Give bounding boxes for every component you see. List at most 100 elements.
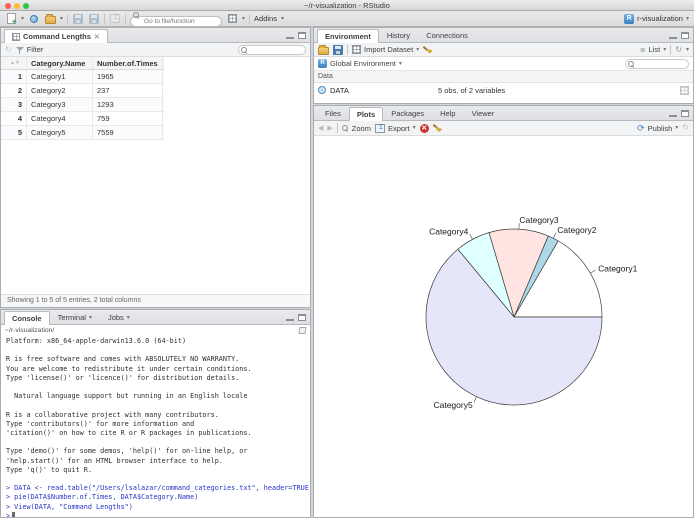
expand-object-icon[interactable]: ◦ [318, 86, 326, 94]
print-button[interactable] [109, 13, 121, 25]
pie-slice-label: Category3 [519, 215, 558, 225]
minimize-pane-icon[interactable] [669, 110, 677, 117]
maximize-pane-icon[interactable] [681, 32, 689, 39]
filter-icon [15, 46, 24, 54]
close-tab-icon[interactable]: ✕ [94, 33, 100, 41]
plot-area: Category1 Category2 Category3 Category4 Cate… [314, 136, 693, 517]
scope-dropdown-icon[interactable]: ▾ [399, 61, 402, 67]
zoom-window-button[interactable] [23, 2, 29, 9]
toolbar-separator [67, 13, 69, 24]
list-view-button[interactable]: ≣ List ▾ [640, 45, 667, 54]
export-plot-button[interactable]: Export ▾ [374, 123, 416, 133]
save-button[interactable] [72, 13, 84, 25]
refresh-dropdown-icon[interactable]: ▾ [686, 47, 689, 53]
search-icon [241, 47, 248, 54]
minimize-pane-icon[interactable] [286, 314, 294, 321]
refresh-plot-icon[interactable]: ↻ [682, 124, 689, 132]
table-cell: Category4 [27, 112, 93, 125]
remove-plot-icon[interactable]: ✕ [419, 123, 429, 133]
table-row[interactable]: 2 Category2 237 [1, 84, 164, 98]
minimize-pane-icon[interactable] [286, 32, 294, 39]
next-plot-icon[interactable]: ▶ [327, 124, 332, 132]
save-all-icon [89, 13, 100, 24]
viewer-tabstrip: Command Lengths ✕ [1, 28, 310, 43]
addins-button[interactable]: Addins [254, 14, 277, 23]
publish-button[interactable]: ⟳ Publish ▾ [637, 123, 678, 133]
tab-environment[interactable]: Environment [317, 29, 379, 43]
goto-file-input[interactable] [130, 15, 223, 27]
table-row[interactable]: 5 Category5 7559 [1, 126, 164, 140]
environment-pane: Environment History Connections Import D… [313, 27, 694, 104]
workspace-panes-button[interactable] [226, 13, 238, 25]
table-row[interactable]: 3 Category3 1293 [1, 98, 164, 112]
viewer-search-box[interactable] [238, 44, 306, 55]
addins-dropdown-icon[interactable]: ▾ [281, 16, 284, 22]
save-workspace-icon[interactable] [333, 44, 343, 55]
column-header-category-name[interactable]: Category.Name [27, 57, 93, 69]
tab-console[interactable]: Console [4, 311, 50, 325]
refresh-environment-icon[interactable]: ↻ [675, 45, 682, 54]
load-workspace-icon[interactable] [318, 44, 329, 55]
view-table-icon[interactable] [680, 85, 689, 95]
object-name[interactable]: DATA [330, 86, 434, 95]
environment-search-box[interactable] [625, 58, 689, 69]
open-recent-dropdown-icon[interactable]: ▾ [60, 16, 63, 22]
tab-terminal[interactable]: Terminal ▾ [50, 310, 100, 324]
index-column-header[interactable]: ▲▼ [1, 57, 27, 69]
viewer-tab-label: Command Lengths [23, 32, 91, 41]
tab-files[interactable]: Files [317, 106, 349, 120]
jobs-tab-label: Jobs [107, 313, 124, 322]
refresh-data-icon[interactable]: ↻ [5, 45, 12, 54]
new-file-dropdown-icon[interactable]: ▾ [21, 16, 24, 22]
open-file-button[interactable] [44, 13, 56, 25]
new-file-button[interactable] [5, 13, 17, 26]
tab-command-lengths[interactable]: Command Lengths ✕ [4, 29, 108, 43]
console-popout-icon[interactable] [298, 327, 307, 334]
table-row[interactable]: 4 Category4 759 [1, 112, 164, 126]
minimize-window-button[interactable] [14, 2, 20, 9]
zoom-plot-button[interactable]: Zoom [341, 124, 371, 133]
table-cell: 7559 [93, 126, 163, 139]
tab-plots[interactable]: Plots [348, 107, 384, 121]
clear-workspace-icon[interactable] [423, 45, 433, 55]
console-output-line: 'help.start()' for an HTML browser inter… [6, 456, 223, 465]
tab-packages[interactable]: Packages [383, 106, 432, 120]
project-menu-button[interactable]: R r-visualization ▾ [624, 13, 689, 24]
terminal-tab-label: Terminal [57, 313, 86, 322]
object-summary: 5 obs. of 2 variables [438, 85, 506, 95]
minimize-pane-icon[interactable] [669, 32, 677, 39]
history-tab-label: History [386, 31, 411, 40]
clear-all-plots-icon[interactable] [433, 123, 443, 133]
global-environment-selector[interactable]: Global Environment [330, 59, 396, 68]
tab-jobs[interactable]: Jobs ▾ [100, 310, 138, 324]
import-dataset-button[interactable]: Import Dataset ▾ [352, 45, 419, 54]
previous-plot-icon[interactable]: ◀ [318, 124, 323, 132]
close-window-button[interactable] [5, 2, 11, 9]
panes-dropdown-icon[interactable]: ▾ [242, 16, 245, 22]
terminal-dropdown-icon[interactable]: ▾ [89, 315, 92, 321]
maximize-pane-icon[interactable] [298, 32, 306, 39]
tab-viewer[interactable]: Viewer [464, 106, 503, 120]
tab-connections[interactable]: Connections [418, 28, 476, 42]
maximize-pane-icon[interactable] [298, 314, 306, 321]
tab-help[interactable]: Help [432, 106, 463, 120]
environment-tab-label: Environment [325, 32, 371, 41]
jobs-dropdown-icon[interactable]: ▾ [127, 315, 130, 321]
import-dataset-icon [352, 45, 361, 54]
console-working-directory: ~/r-visualization/ [1, 325, 310, 336]
maximize-pane-icon[interactable] [681, 110, 689, 117]
table-row[interactable]: 1 Category1 1965 [1, 70, 164, 84]
column-header-number-of-times[interactable]: Number.of.Times [93, 57, 163, 69]
plots-pane: Files Plots Packages Help Viewer ◀ ▶ Zoo… [313, 105, 694, 518]
console-output[interactable]: Platform: x86_64-apple-darwin13.6.0 (64-… [1, 336, 310, 517]
data-table: ▲▼ Category.Name Number.of.Times 1 Catego… [1, 57, 164, 140]
save-all-button[interactable] [88, 13, 100, 25]
tab-history[interactable]: History [379, 28, 418, 42]
filter-button[interactable]: Filter [15, 45, 43, 54]
environment-object-row[interactable]: ◦ DATA 5 obs. of 2 variables [314, 83, 693, 97]
search-icon [628, 61, 635, 68]
new-project-button[interactable] [28, 13, 40, 25]
goto-file-search[interactable] [130, 10, 223, 28]
packages-tab-label: Packages [391, 109, 425, 118]
